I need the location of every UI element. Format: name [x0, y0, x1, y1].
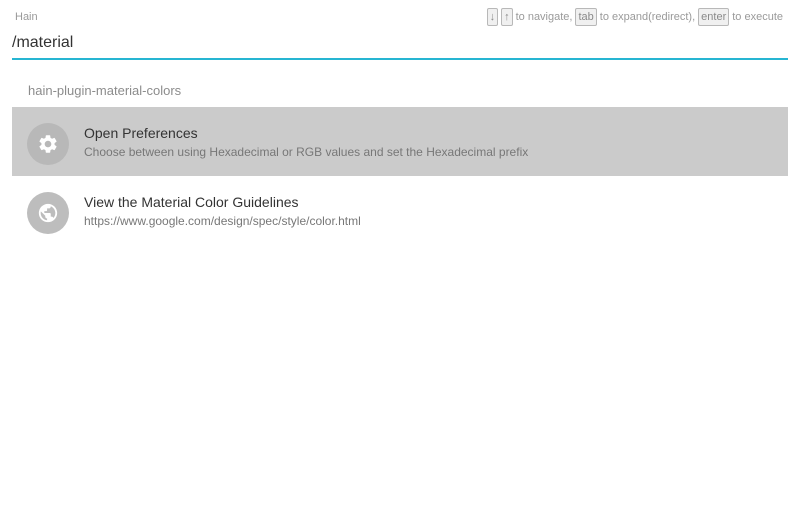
result-item-material-guidelines[interactable]: View the Material Color Guidelines https… [12, 176, 788, 245]
result-item-open-preferences[interactable]: Open Preferences Choose between using He… [12, 107, 788, 176]
app-title: Hain [15, 11, 38, 23]
gear-icon [27, 123, 69, 165]
result-description: https://www.google.com/design/spec/style… [84, 214, 361, 228]
launcher-window: Hain ↓ ↑ to navigate, tab to expand(redi… [0, 0, 800, 530]
execute-hint-text: to execute [732, 11, 783, 23]
result-group-header: hain-plugin-material-colors [28, 83, 182, 98]
globe-icon [27, 192, 69, 234]
search-input[interactable] [12, 30, 788, 56]
keyboard-hints: ↓ ↑ to navigate, tab to expand(redirect)… [486, 8, 786, 26]
result-description: Choose between using Hexadecimal or RGB … [84, 145, 529, 159]
result-title: Open Preferences [84, 125, 198, 141]
down-key-hint: ↓ [486, 8, 499, 26]
enter-key-hint: enter [698, 8, 730, 26]
tab-key-hint: tab [575, 8, 597, 26]
results-list: Open Preferences Choose between using He… [12, 107, 788, 245]
search-bar [12, 30, 788, 60]
up-key-hint: ↑ [501, 8, 513, 26]
expand-hint-text: to expand(redirect), [599, 11, 696, 23]
result-title: View the Material Color Guidelines [84, 194, 299, 210]
navigate-hint-text: to navigate, [515, 11, 573, 23]
